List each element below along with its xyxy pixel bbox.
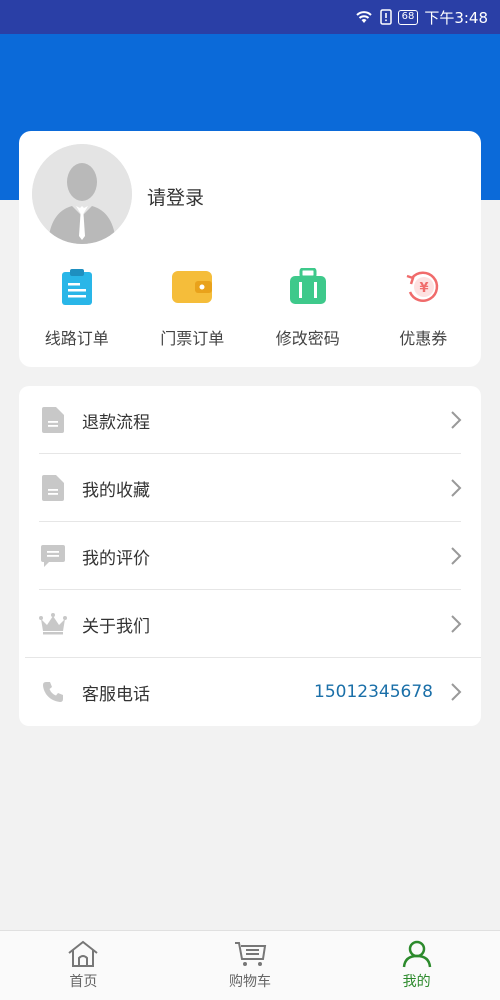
avatar[interactable]: [32, 144, 132, 244]
document-icon: [39, 474, 67, 502]
quick-action-label: 门票订单: [160, 329, 225, 348]
quick-action-coupons[interactable]: ¥ 优惠券: [366, 265, 482, 349]
phone-icon: [39, 678, 67, 706]
menu-list: 退款流程 我的收藏 我的评价 关于我们 客服电话 15012345678: [19, 386, 481, 726]
service-phone-number[interactable]: 15012345678: [314, 682, 433, 702]
profile-card: 请登录 线路订单 门票订单 修改密码 ¥ 优惠券: [19, 131, 481, 367]
menu-item-refund-process[interactable]: 退款流程: [19, 386, 481, 454]
chevron-right-icon: [451, 615, 462, 633]
tab-label: 我的: [402, 974, 431, 990]
wallet-icon: [170, 265, 214, 309]
home-icon: [65, 939, 101, 969]
chevron-right-icon: [451, 547, 462, 565]
quick-actions: 线路订单 门票订单 修改密码 ¥ 优惠券: [19, 265, 481, 349]
tab-home[interactable]: 首页: [0, 931, 167, 1000]
user-icon: [399, 939, 435, 969]
menu-item-my-reviews[interactable]: 我的评价: [19, 522, 481, 590]
status-bar: 68 下午3:48: [0, 0, 500, 34]
wifi-icon: [354, 9, 374, 25]
quick-action-label: 修改密码: [275, 329, 340, 348]
document-icon: [39, 406, 67, 434]
suitcase-icon: [286, 265, 330, 309]
battery-indicator: 68: [397, 9, 419, 25]
tab-cart[interactable]: 购物车: [167, 931, 334, 1000]
quick-action-route-orders[interactable]: 线路订单: [19, 265, 135, 349]
menu-item-label: 客服电话: [82, 684, 150, 705]
menu-item-about-us[interactable]: 关于我们: [19, 590, 481, 658]
menu-item-label: 我的收藏: [82, 480, 150, 501]
clipboard-icon: [55, 265, 99, 309]
status-time: 下午3:48: [424, 8, 488, 27]
bottom-tab-bar: 首页 购物车 我的: [0, 930, 500, 1000]
menu-item-label: 关于我们: [82, 616, 150, 637]
menu-item-customer-service[interactable]: 客服电话 15012345678: [19, 658, 481, 726]
comment-icon: [39, 542, 67, 570]
tab-label: 购物车: [229, 974, 271, 990]
chevron-right-icon: [451, 479, 462, 497]
menu-item-label: 我的评价: [82, 548, 150, 569]
quick-action-label: 线路订单: [44, 329, 109, 348]
quick-action-change-password[interactable]: 修改密码: [250, 265, 366, 349]
default-avatar-icon: [32, 144, 132, 244]
alert-icon: [379, 9, 392, 25]
menu-item-favorites[interactable]: 我的收藏: [19, 454, 481, 522]
tab-label: 首页: [69, 974, 98, 990]
coupon-yen-icon: ¥: [401, 265, 445, 309]
tab-mine[interactable]: 我的: [333, 931, 500, 1000]
cart-icon: [232, 939, 268, 969]
svg-text:¥: ¥: [420, 281, 429, 296]
crown-icon: [39, 610, 67, 638]
chevron-right-icon: [451, 683, 462, 701]
quick-action-label: 优惠券: [399, 329, 448, 348]
login-prompt[interactable]: 请登录: [147, 183, 204, 210]
quick-action-ticket-orders[interactable]: 门票订单: [135, 265, 251, 349]
chevron-right-icon: [451, 411, 462, 429]
menu-item-label: 退款流程: [82, 412, 150, 433]
